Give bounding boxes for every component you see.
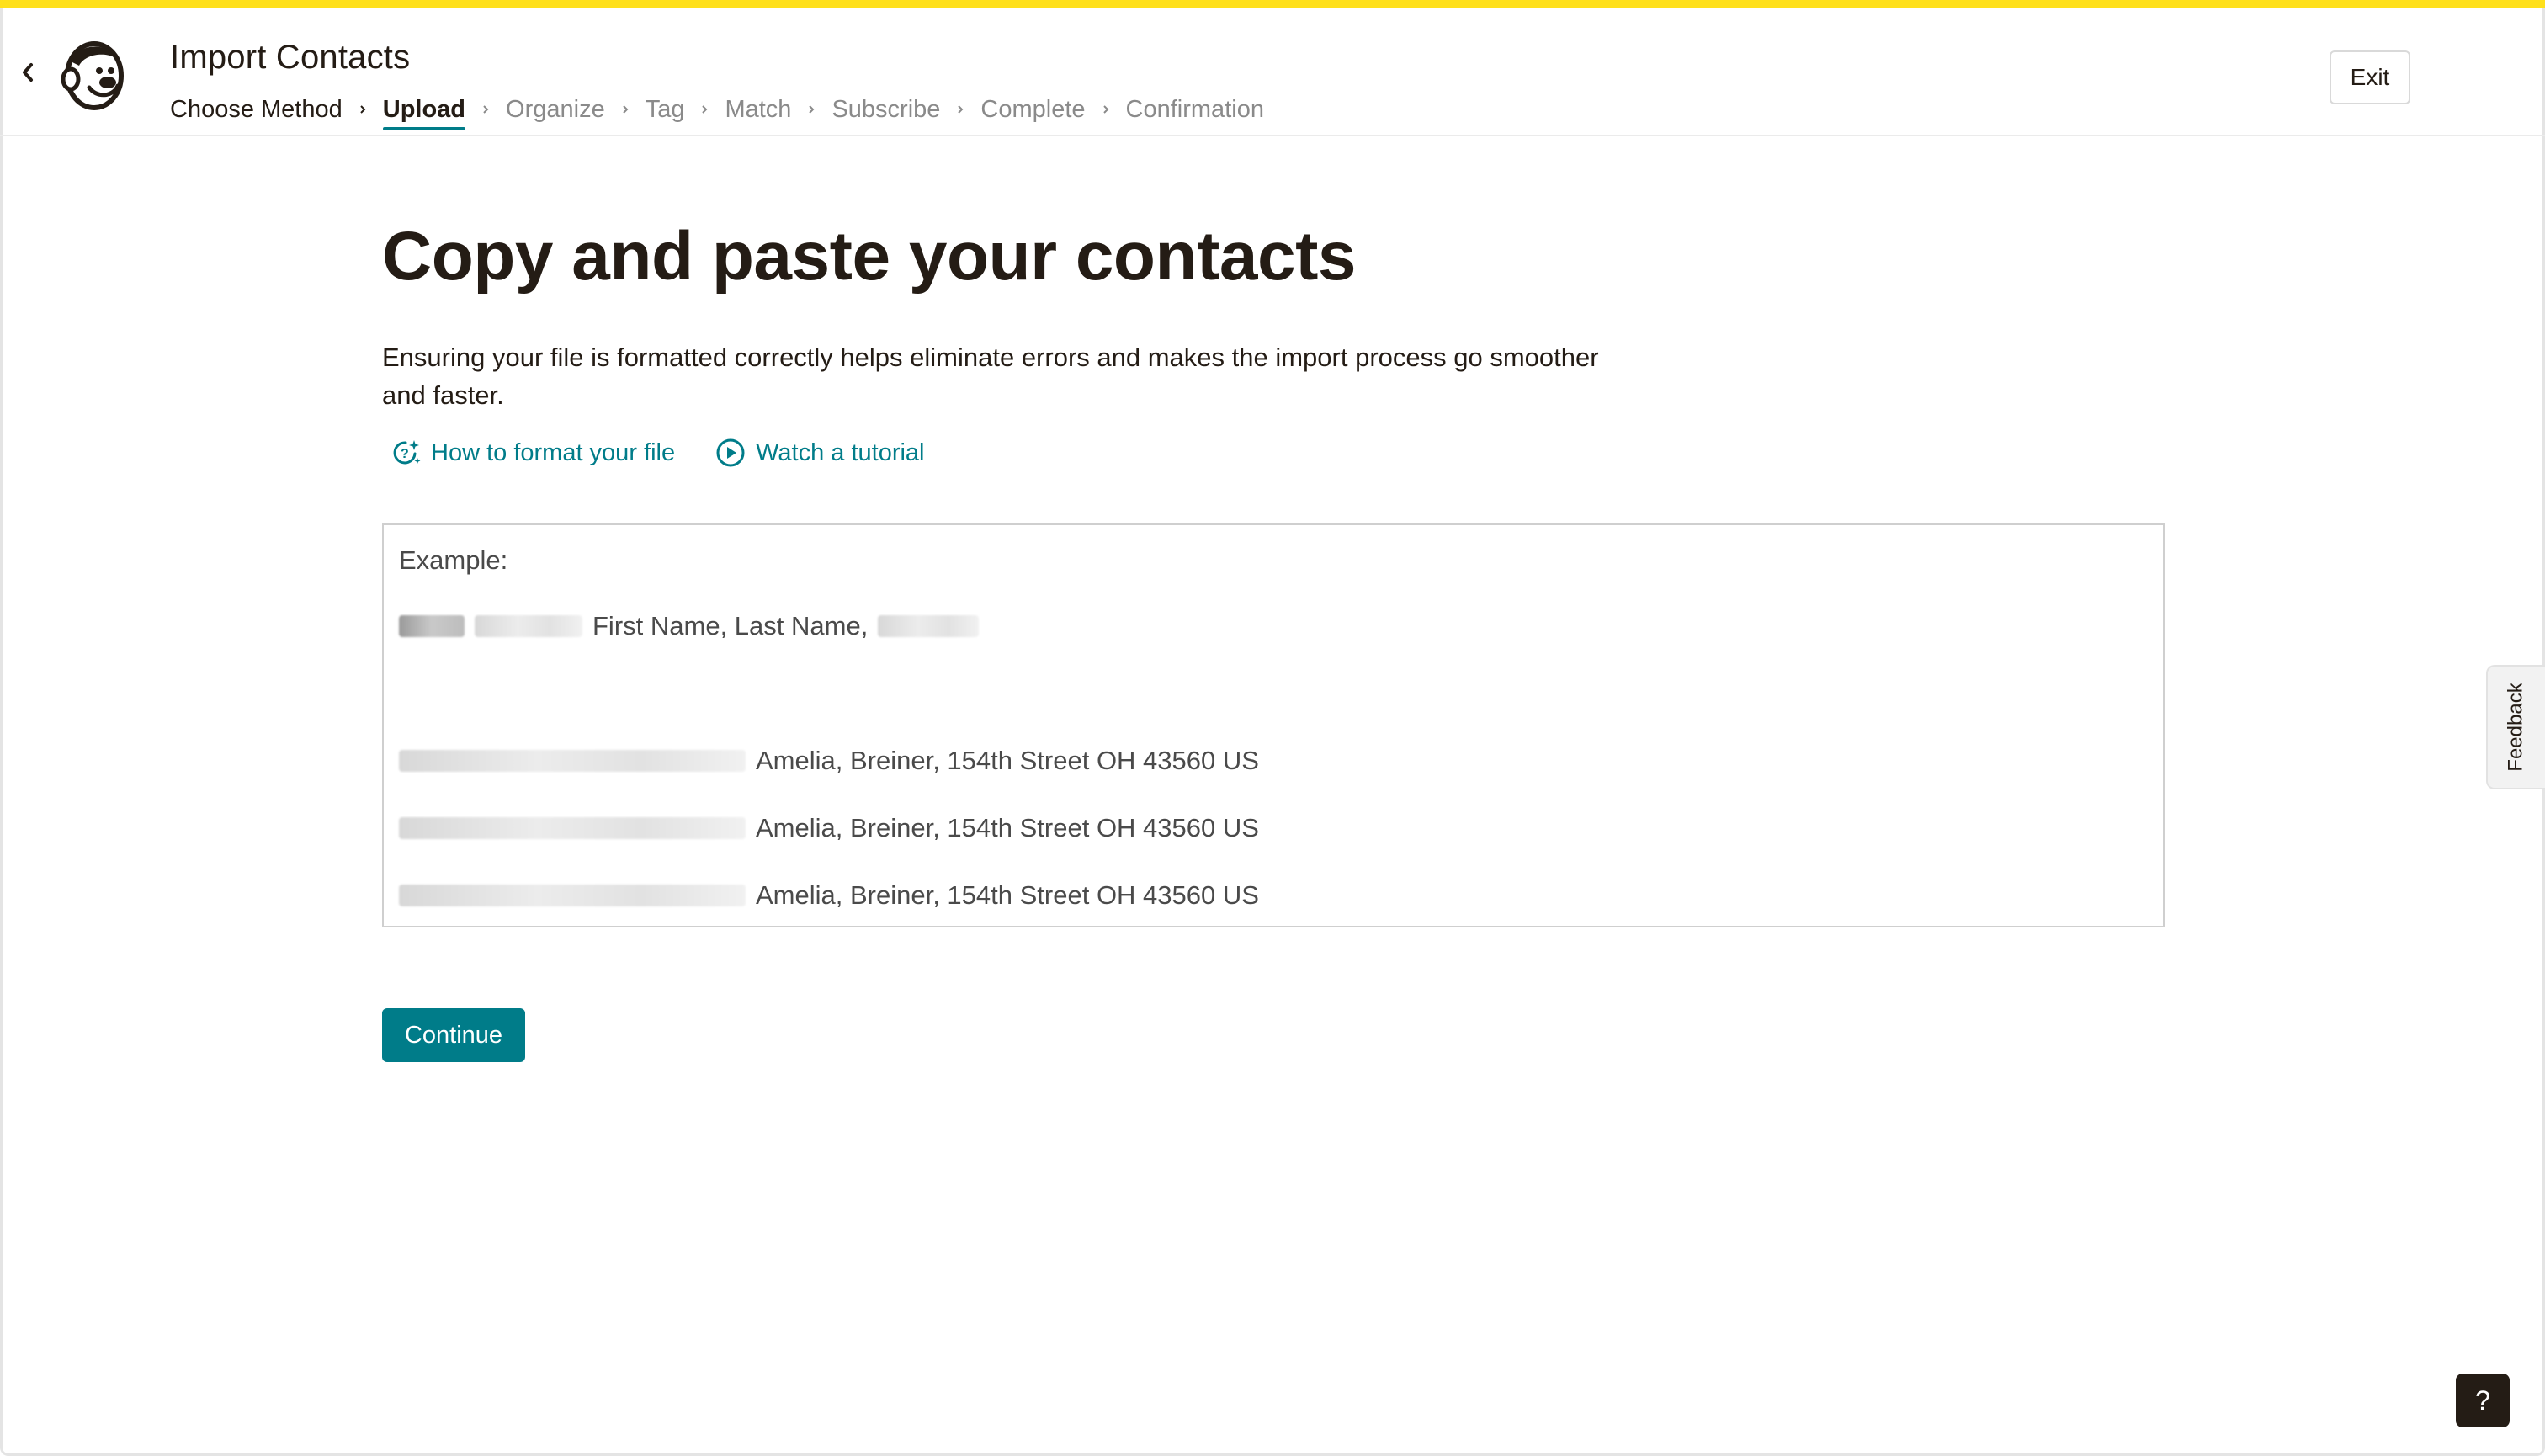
step-choose-method[interactable]: Choose Method bbox=[170, 96, 343, 124]
page-title: Copy and paste your contacts bbox=[382, 218, 1357, 295]
help-button[interactable]: ? bbox=[2456, 1374, 2510, 1427]
redacted-text bbox=[399, 817, 746, 839]
example-row: Amelia, Breiner, 154th Street OH 43560 U… bbox=[399, 879, 1259, 912]
step-match[interactable]: Match bbox=[725, 96, 791, 124]
example-row-text: Amelia, Breiner, 154th Street OH 43560 U… bbox=[756, 880, 1259, 910]
redacted-text bbox=[399, 750, 746, 772]
step-subscribe[interactable]: Subscribe bbox=[832, 96, 940, 124]
chevron-right-icon bbox=[465, 104, 506, 115]
redacted-text bbox=[475, 615, 582, 637]
watch-tutorial-label: Watch a tutorial bbox=[756, 438, 925, 466]
redacted-text bbox=[399, 615, 465, 637]
chevron-right-icon bbox=[1086, 104, 1126, 115]
how-to-format-label: How to format your file bbox=[431, 438, 676, 466]
how-to-format-link[interactable]: ? How to format your file bbox=[389, 436, 675, 470]
help-sparkle-icon: ? bbox=[389, 436, 422, 470]
mailchimp-logo-icon[interactable] bbox=[61, 37, 128, 113]
chevron-left-icon bbox=[20, 62, 35, 87]
top-accent-bar bbox=[0, 0, 2545, 8]
chevron-right-icon bbox=[605, 104, 646, 115]
play-circle-icon bbox=[714, 436, 747, 470]
help-links: ? How to format your file Watch a tutori… bbox=[389, 433, 964, 473]
exit-button[interactable]: Exit bbox=[2330, 50, 2410, 104]
example-header-text: First Name, Last Name, bbox=[592, 611, 869, 640]
app-title: Import Contacts bbox=[170, 39, 411, 76]
step-upload[interactable]: Upload bbox=[382, 96, 466, 130]
contacts-paste-area[interactable]: Example: First Name, Last Name, Amelia, … bbox=[382, 523, 2165, 927]
import-header: Import Contacts Choose Method Upload Org… bbox=[0, 8, 2545, 136]
redacted-text bbox=[399, 885, 746, 906]
import-steps-breadcrumb: Choose Method Upload Organize Tag Match … bbox=[170, 93, 1264, 130]
feedback-tab[interactable]: Feedback bbox=[2486, 665, 2545, 789]
question-mark-icon: ? bbox=[2475, 1384, 2490, 1416]
intro-text: Ensuring your file is formatted correctl… bbox=[382, 343, 1599, 410]
example-row-text: Amelia, Breiner, 154th Street OH 43560 U… bbox=[756, 813, 1259, 842]
back-button[interactable] bbox=[15, 57, 40, 91]
example-header-row: First Name, Last Name, bbox=[399, 609, 989, 643]
chevron-right-icon bbox=[343, 104, 383, 115]
example-label: Example: bbox=[399, 545, 508, 575]
feedback-label: Feedback bbox=[2505, 683, 2527, 772]
example-row: Amelia, Breiner, 154th Street OH 43560 U… bbox=[399, 811, 1259, 845]
example-row: Amelia, Breiner, 154th Street OH 43560 U… bbox=[399, 744, 1259, 778]
step-tag[interactable]: Tag bbox=[646, 96, 685, 124]
step-organize[interactable]: Organize bbox=[506, 96, 605, 124]
chevron-right-icon bbox=[791, 104, 832, 115]
step-confirmation[interactable]: Confirmation bbox=[1126, 96, 1264, 124]
step-complete[interactable]: Complete bbox=[980, 96, 1085, 124]
example-row-text: Amelia, Breiner, 154th Street OH 43560 U… bbox=[756, 746, 1259, 775]
chevron-right-icon bbox=[684, 104, 725, 115]
watch-tutorial-link[interactable]: Watch a tutorial bbox=[714, 436, 925, 470]
redacted-text bbox=[878, 615, 980, 637]
svg-text:?: ? bbox=[401, 447, 409, 461]
continue-button[interactable]: Continue bbox=[382, 1008, 525, 1062]
chevron-right-icon bbox=[940, 104, 980, 115]
